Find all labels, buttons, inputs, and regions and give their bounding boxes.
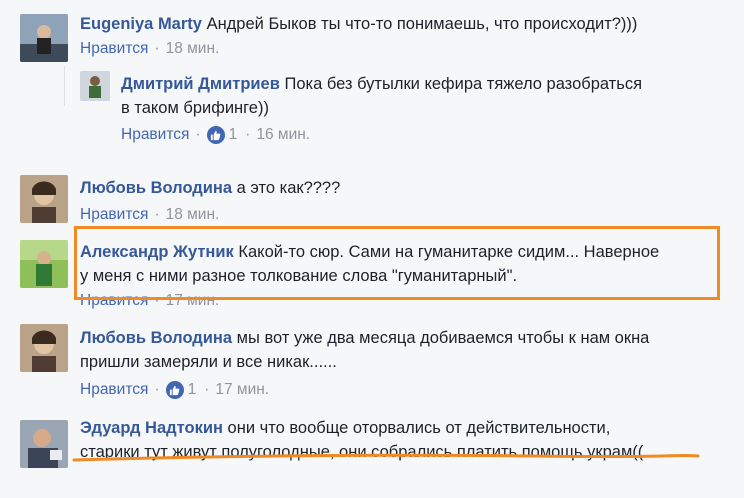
separator-dot: · [154, 206, 160, 223]
reply-indent-line [64, 66, 65, 106]
like-count[interactable]: 1 [188, 380, 197, 400]
timestamp[interactable]: 16 мин. [256, 125, 310, 145]
avatar[interactable] [80, 71, 110, 101]
comment-text: Пока без бутылки кефира тяжело разобрать… [284, 75, 643, 93]
separator-dot: · [195, 126, 201, 143]
timestamp[interactable]: 17 мин. [215, 380, 269, 400]
timestamp[interactable]: 18 мин. [166, 39, 220, 59]
like-count[interactable]: 1 [229, 125, 238, 145]
comment-text-line2: в таком брифинге)) [121, 99, 269, 117]
separator-dot: · [154, 292, 160, 309]
separator-dot: · [245, 126, 251, 143]
comment-text-line2: старики тут живут полуголодные, они собр… [80, 443, 644, 461]
timestamp[interactable]: 18 мин. [166, 205, 220, 225]
separator-dot: · [154, 40, 160, 57]
comment-text: Какой-то сюр. Сами на гуманитарке сидим.… [238, 243, 660, 261]
avatar[interactable] [20, 420, 68, 468]
separator-dot: · [204, 381, 210, 398]
like-link[interactable]: Нравится [80, 39, 148, 59]
comment-text: а это как???? [236, 179, 341, 197]
comment-text-line2: пришли замеряли и все никак...... [80, 353, 337, 371]
author-name[interactable]: Любовь Володина [80, 329, 232, 347]
thumbs-up-icon[interactable] [165, 381, 184, 399]
timestamp[interactable]: 17 мин. [166, 291, 220, 311]
comment-text: мы вот уже два месяца добиваемся чтобы к… [236, 329, 650, 347]
author-name[interactable]: Эдуард Надтокин [80, 419, 223, 437]
comment-text: они что вообще оторвались от действитель… [227, 419, 611, 437]
avatar[interactable] [20, 175, 68, 223]
like-link[interactable]: Нравится [80, 380, 148, 400]
like-link[interactable]: Нравится [121, 125, 189, 145]
author-name[interactable]: Александр Жутник [80, 243, 234, 261]
comment-text: Андрей Быков ты что-то понимаешь, что пр… [206, 15, 638, 33]
author-name[interactable]: Любовь Володина [80, 179, 232, 197]
avatar[interactable] [20, 240, 68, 288]
author-name[interactable]: Дмитрий Дмитриев [121, 75, 280, 93]
avatar[interactable] [20, 324, 68, 372]
like-link[interactable]: Нравится [80, 205, 148, 225]
thumbs-up-icon[interactable] [206, 126, 225, 144]
author-name[interactable]: Eugeniya Marty [80, 15, 202, 33]
like-link[interactable]: Нравится [80, 291, 148, 311]
separator-dot: · [154, 381, 160, 398]
avatar[interactable] [20, 14, 68, 62]
comment-text-line2: у меня с ними разное толкование слова "г… [80, 267, 518, 285]
